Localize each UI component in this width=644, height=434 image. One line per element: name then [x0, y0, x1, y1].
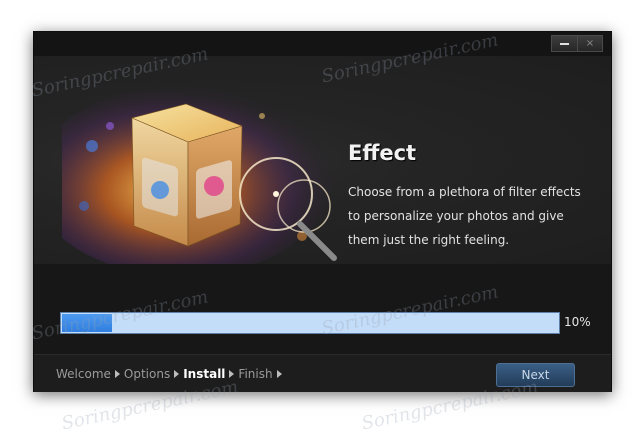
- minimize-button[interactable]: [551, 35, 577, 52]
- step-finish: Finish: [238, 367, 273, 381]
- step-welcome: Welcome: [56, 367, 111, 381]
- next-button[interactable]: Next: [496, 363, 575, 387]
- title-bar: ×: [34, 32, 611, 56]
- progress-area: 10%: [34, 264, 611, 354]
- chevron-right-icon: [276, 370, 282, 378]
- footer: Welcome Options Install Finish Next: [34, 354, 611, 392]
- feature-title: Effect: [348, 141, 417, 165]
- progress-fill: [62, 314, 112, 332]
- close-button[interactable]: ×: [577, 35, 603, 52]
- progress-percent: 10%: [564, 315, 591, 329]
- chevron-right-icon: [174, 370, 180, 378]
- step-options: Options: [123, 367, 171, 381]
- step-install: Install: [183, 367, 226, 381]
- chevron-right-icon: [114, 370, 120, 378]
- step-breadcrumb: Welcome Options Install Finish: [56, 367, 286, 381]
- chevron-right-icon: [229, 370, 235, 378]
- minimize-icon: [560, 43, 569, 45]
- feature-banner: Effect Choose from a plethora of filter …: [34, 56, 611, 266]
- installer-window: × Effect Choose from a plethora of filte…: [33, 31, 612, 392]
- feature-description: Choose from a plethora of filter effects…: [348, 185, 581, 247]
- window-controls: ×: [551, 35, 603, 52]
- effect-illustration: [62, 86, 337, 266]
- install-progress-bar: [60, 312, 560, 334]
